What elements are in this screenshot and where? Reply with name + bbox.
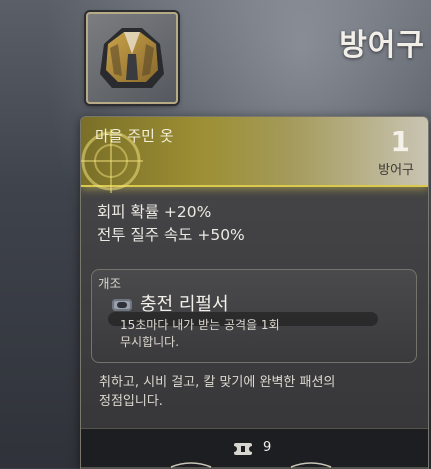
- item-type: 방어구: [378, 163, 414, 178]
- item-name-band: 마을 주민 옷 1 방어구: [81, 117, 428, 193]
- item-tooltip-card: 마을 주민 옷 1 방어구 회피 확률 +20% 전투 질주 속도 +50% 개…: [80, 116, 429, 469]
- mod-description-line: 15초마다 내가 받는 공격을 1회: [120, 318, 280, 332]
- ornament-divider: [81, 462, 428, 469]
- battery-icon: [112, 299, 132, 311]
- item-icon-slot[interactable]: [86, 12, 178, 104]
- ticket-icon: [233, 443, 253, 455]
- stat-line: 회피 확률 +20%: [97, 203, 212, 221]
- category-title: 방어구: [339, 28, 425, 63]
- mod-name: 충전 리펄서: [140, 294, 229, 315]
- item-count: 1: [390, 125, 410, 158]
- footer-value: 9: [263, 440, 272, 455]
- footer-bar: 9: [81, 428, 428, 469]
- mod-label: 개조: [98, 276, 122, 291]
- flavor-text: 취하고, 시비 걸고, 칼 맞기에 완벽한 패션의 정점입니다.: [99, 373, 419, 411]
- flavor-line: 취하고, 시비 걸고, 칼 맞기에 완벽한 패션의: [99, 375, 336, 390]
- stat-list: 회피 확률 +20% 전투 질주 속도 +50%: [97, 201, 245, 247]
- jacket-icon: [100, 28, 164, 88]
- stat-line: 전투 질주 속도 +50%: [97, 226, 245, 244]
- item-name: 마을 주민 옷: [95, 127, 174, 145]
- mod-description-line: 무시합니다.: [120, 335, 180, 349]
- flavor-line: 정점입니다.: [99, 394, 163, 409]
- mod-panel: 개조 충전 리펄서 15초마다 내가 받는 공격을 1회 무시합니다.: [91, 269, 417, 363]
- mod-description: 15초마다 내가 받는 공격을 1회 무시합니다.: [120, 317, 400, 351]
